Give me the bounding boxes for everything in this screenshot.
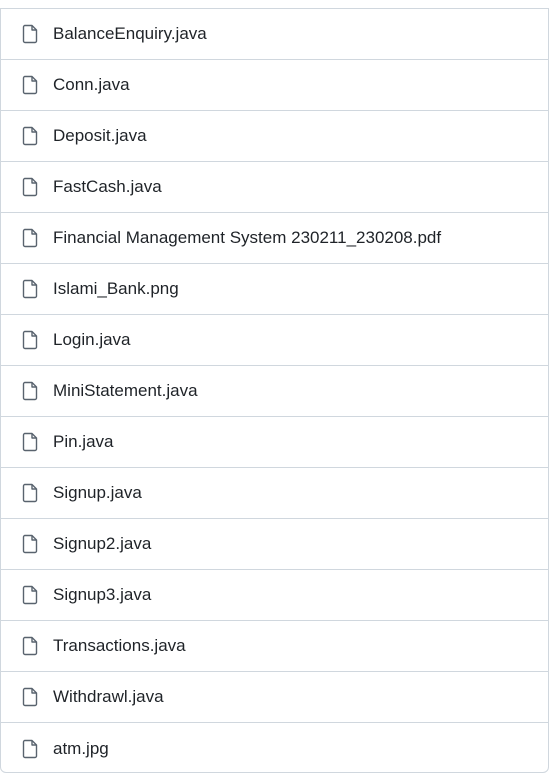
file-row[interactable]: Withdrawl.java [1,672,548,723]
file-icon [22,739,38,759]
file-name-link[interactable]: Conn.java [53,75,130,95]
file-icon [22,75,38,95]
file-icon [22,534,38,554]
file-icon [22,24,38,44]
file-row[interactable]: Deposit.java [1,111,548,162]
file-row[interactable]: Signup2.java [1,519,548,570]
file-icon [22,177,38,197]
file-icon [22,585,38,605]
file-row[interactable]: Conn.java [1,60,548,111]
file-row[interactable]: Financial Management System 230211_23020… [1,213,548,264]
file-icon [22,279,38,299]
file-icon [22,381,38,401]
file-row[interactable]: Transactions.java [1,621,548,672]
file-row[interactable]: BalanceEnquiry.java [1,9,548,60]
file-name-link[interactable]: Islami_Bank.png [53,279,179,299]
file-icon [22,126,38,146]
file-row[interactable]: Pin.java [1,417,548,468]
file-icon [22,432,38,452]
file-row[interactable]: FastCash.java [1,162,548,213]
file-row[interactable]: Signup3.java [1,570,548,621]
file-name-link[interactable]: Transactions.java [53,636,186,656]
file-name-link[interactable]: Signup2.java [53,534,151,554]
file-name-link[interactable]: Login.java [53,330,131,350]
file-name-link[interactable]: Financial Management System 230211_23020… [53,228,441,248]
file-list: BalanceEnquiry.java Conn.java Deposit.ja… [0,8,549,773]
file-icon [22,687,38,707]
file-name-link[interactable]: FastCash.java [53,177,162,197]
file-name-link[interactable]: atm.jpg [53,739,109,759]
file-row[interactable]: Login.java [1,315,548,366]
file-row[interactable]: Islami_Bank.png [1,264,548,315]
file-row[interactable]: Signup.java [1,468,548,519]
file-name-link[interactable]: BalanceEnquiry.java [53,24,207,44]
file-icon [22,330,38,350]
file-name-link[interactable]: Signup.java [53,483,142,503]
file-row[interactable]: MiniStatement.java [1,366,548,417]
file-name-link[interactable]: MiniStatement.java [53,381,198,401]
file-name-link[interactable]: Deposit.java [53,126,147,146]
file-icon [22,636,38,656]
file-icon [22,483,38,503]
file-icon [22,228,38,248]
file-name-link[interactable]: Pin.java [53,432,113,452]
file-name-link[interactable]: Signup3.java [53,585,151,605]
file-row[interactable]: atm.jpg [1,723,548,774]
file-name-link[interactable]: Withdrawl.java [53,687,164,707]
